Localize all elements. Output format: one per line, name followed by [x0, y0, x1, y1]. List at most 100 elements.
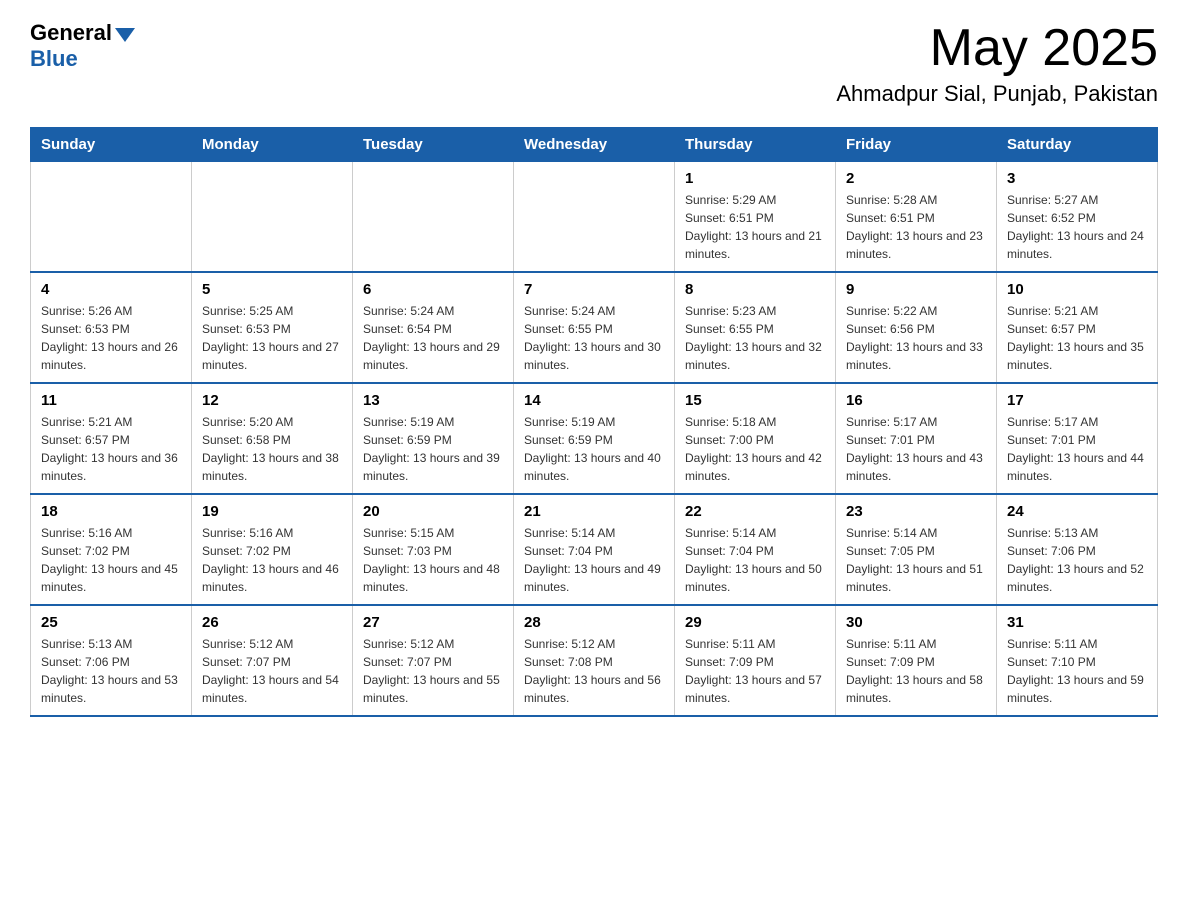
day-info: Sunrise: 5:27 AMSunset: 6:52 PMDaylight:… [1007, 191, 1147, 263]
weekday-header-friday: Friday [836, 128, 997, 162]
calendar-cell: 10Sunrise: 5:21 AMSunset: 6:57 PMDayligh… [997, 272, 1158, 383]
calendar-table: SundayMondayTuesdayWednesdayThursdayFrid… [30, 127, 1158, 717]
calendar-cell [514, 162, 675, 273]
weekday-header-wednesday: Wednesday [514, 128, 675, 162]
day-number: 11 [41, 392, 181, 409]
day-info: Sunrise: 5:24 AMSunset: 6:54 PMDaylight:… [363, 302, 503, 374]
day-number: 13 [363, 392, 503, 409]
title-block: May 2025 Ahmadpur Sial, Punjab, Pakistan [836, 20, 1158, 107]
day-info: Sunrise: 5:25 AMSunset: 6:53 PMDaylight:… [202, 302, 342, 374]
day-number: 16 [846, 392, 986, 409]
page-header: General Blue May 2025 Ahmadpur Sial, Pun… [30, 20, 1158, 107]
day-info: Sunrise: 5:13 AMSunset: 7:06 PMDaylight:… [1007, 524, 1147, 596]
calendar-cell: 4Sunrise: 5:26 AMSunset: 6:53 PMDaylight… [31, 272, 192, 383]
weekday-header-thursday: Thursday [675, 128, 836, 162]
day-info: Sunrise: 5:14 AMSunset: 7:04 PMDaylight:… [685, 524, 825, 596]
day-number: 22 [685, 503, 825, 520]
calendar-cell: 5 Sunrise: 5:25 AMSunset: 6:53 PMDaylight… [192, 272, 353, 383]
weekday-header-sunday: Sunday [31, 128, 192, 162]
calendar-cell [31, 162, 192, 273]
calendar-cell: 29Sunrise: 5:11 AMSunset: 7:09 PMDayligh… [675, 605, 836, 716]
day-number: 9 [846, 281, 986, 298]
day-number: 31 [1007, 614, 1147, 631]
calendar-cell: 27 Sunrise: 5:12 AMSunset: 7:07 PMDayligh… [353, 605, 514, 716]
day-number: 23 [846, 503, 986, 520]
day-info: Sunrise: 5:19 AMSunset: 6:59 PMDaylight:… [363, 413, 503, 485]
day-info: Sunrise: 5:19 AMSunset: 6:59 PMDaylight:… [524, 413, 664, 485]
weekday-header-monday: Monday [192, 128, 353, 162]
day-info: Sunrise: 5:23 AMSunset: 6:55 PMDaylight:… [685, 302, 825, 374]
day-info: Sunrise: 5:14 AMSunset: 7:05 PMDaylight:… [846, 524, 986, 596]
day-number: 7 [524, 281, 664, 298]
logo-general-text: General [30, 20, 112, 46]
day-number: 3 [1007, 170, 1147, 187]
day-number: 19 [202, 503, 342, 520]
month-year-title: May 2025 [836, 20, 1158, 77]
day-info: Sunrise: 5:12 AMSunset: 7:07 PMDaylight:… [202, 635, 342, 707]
day-number: 12 [202, 392, 342, 409]
day-number: 24 [1007, 503, 1147, 520]
day-info: Sunrise: 5:26 AMSunset: 6:53 PMDaylight:… [41, 302, 181, 374]
day-info: Sunrise: 5:16 AMSunset: 7:02 PMDaylight:… [202, 524, 342, 596]
calendar-header-row: SundayMondayTuesdayWednesdayThursdayFrid… [31, 128, 1158, 162]
day-info: Sunrise: 5:17 AMSunset: 7:01 PMDaylight:… [846, 413, 986, 485]
day-number: 30 [846, 614, 986, 631]
calendar-cell: 28 Sunrise: 5:12 AMSunset: 7:08 PMDayligh… [514, 605, 675, 716]
day-number: 14 [524, 392, 664, 409]
day-number: 1 [685, 170, 825, 187]
calendar-cell: 21Sunrise: 5:14 AMSunset: 7:04 PMDayligh… [514, 494, 675, 605]
day-info: Sunrise: 5:12 AMSunset: 7:08 PMDaylight:… [524, 635, 664, 707]
calendar-cell: 24 Sunrise: 5:13 AMSunset: 7:06 PMDayligh… [997, 494, 1158, 605]
calendar-cell: 18 Sunrise: 5:16 AMSunset: 7:02 PMDayligh… [31, 494, 192, 605]
logo-blue-text: Blue [30, 46, 78, 72]
calendar-cell: 14 Sunrise: 5:19 AMSunset: 6:59 PMDayligh… [514, 383, 675, 494]
day-info: Sunrise: 5:11 AMSunset: 7:10 PMDaylight:… [1007, 635, 1147, 707]
day-number: 2 [846, 170, 986, 187]
calendar-cell [192, 162, 353, 273]
calendar-cell: 19 Sunrise: 5:16 AMSunset: 7:02 PMDayligh… [192, 494, 353, 605]
day-number: 18 [41, 503, 181, 520]
logo: General Blue [30, 20, 135, 72]
day-info: Sunrise: 5:11 AMSunset: 7:09 PMDaylight:… [846, 635, 986, 707]
day-info: Sunrise: 5:11 AMSunset: 7:09 PMDaylight:… [685, 635, 825, 707]
weekday-header-tuesday: Tuesday [353, 128, 514, 162]
day-number: 28 [524, 614, 664, 631]
calendar-cell: 25Sunrise: 5:13 AMSunset: 7:06 PMDayligh… [31, 605, 192, 716]
calendar-cell: 15Sunrise: 5:18 AMSunset: 7:00 PMDayligh… [675, 383, 836, 494]
day-number: 20 [363, 503, 503, 520]
day-info: Sunrise: 5:17 AMSunset: 7:01 PMDaylight:… [1007, 413, 1147, 485]
calendar-week-row: 1 Sunrise: 5:29 AMSunset: 6:51 PMDaylight… [31, 162, 1158, 273]
day-info: Sunrise: 5:14 AMSunset: 7:04 PMDaylight:… [524, 524, 664, 596]
day-info: Sunrise: 5:21 AMSunset: 6:57 PMDaylight:… [41, 413, 181, 485]
calendar-cell: 11 Sunrise: 5:21 AMSunset: 6:57 PMDayligh… [31, 383, 192, 494]
day-info: Sunrise: 5:22 AMSunset: 6:56 PMDaylight:… [846, 302, 986, 374]
day-number: 26 [202, 614, 342, 631]
day-number: 6 [363, 281, 503, 298]
calendar-cell: 9 Sunrise: 5:22 AMSunset: 6:56 PMDaylight… [836, 272, 997, 383]
day-info: Sunrise: 5:20 AMSunset: 6:58 PMDaylight:… [202, 413, 342, 485]
calendar-cell: 31 Sunrise: 5:11 AMSunset: 7:10 PMDayligh… [997, 605, 1158, 716]
day-number: 27 [363, 614, 503, 631]
day-number: 5 [202, 281, 342, 298]
day-number: 10 [1007, 281, 1147, 298]
day-number: 17 [1007, 392, 1147, 409]
location-subtitle: Ahmadpur Sial, Punjab, Pakistan [836, 81, 1158, 107]
calendar-cell: 22 Sunrise: 5:14 AMSunset: 7:04 PMDayligh… [675, 494, 836, 605]
calendar-cell: 13 Sunrise: 5:19 AMSunset: 6:59 PMDayligh… [353, 383, 514, 494]
day-info: Sunrise: 5:24 AMSunset: 6:55 PMDaylight:… [524, 302, 664, 374]
day-info: Sunrise: 5:12 AMSunset: 7:07 PMDaylight:… [363, 635, 503, 707]
day-number: 25 [41, 614, 181, 631]
calendar-cell: 7 Sunrise: 5:24 AMSunset: 6:55 PMDaylight… [514, 272, 675, 383]
calendar-week-row: 11 Sunrise: 5:21 AMSunset: 6:57 PMDayligh… [31, 383, 1158, 494]
day-info: Sunrise: 5:18 AMSunset: 7:00 PMDaylight:… [685, 413, 825, 485]
calendar-week-row: 25Sunrise: 5:13 AMSunset: 7:06 PMDayligh… [31, 605, 1158, 716]
day-info: Sunrise: 5:15 AMSunset: 7:03 PMDaylight:… [363, 524, 503, 596]
day-info: Sunrise: 5:16 AMSunset: 7:02 PMDaylight:… [41, 524, 181, 596]
calendar-cell: 23 Sunrise: 5:14 AMSunset: 7:05 PMDayligh… [836, 494, 997, 605]
calendar-week-row: 4Sunrise: 5:26 AMSunset: 6:53 PMDaylight… [31, 272, 1158, 383]
calendar-cell: 2Sunrise: 5:28 AMSunset: 6:51 PMDaylight… [836, 162, 997, 273]
calendar-cell: 26 Sunrise: 5:12 AMSunset: 7:07 PMDayligh… [192, 605, 353, 716]
calendar-week-row: 18 Sunrise: 5:16 AMSunset: 7:02 PMDayligh… [31, 494, 1158, 605]
day-number: 8 [685, 281, 825, 298]
day-info: Sunrise: 5:29 AMSunset: 6:51 PMDaylight:… [685, 191, 825, 263]
